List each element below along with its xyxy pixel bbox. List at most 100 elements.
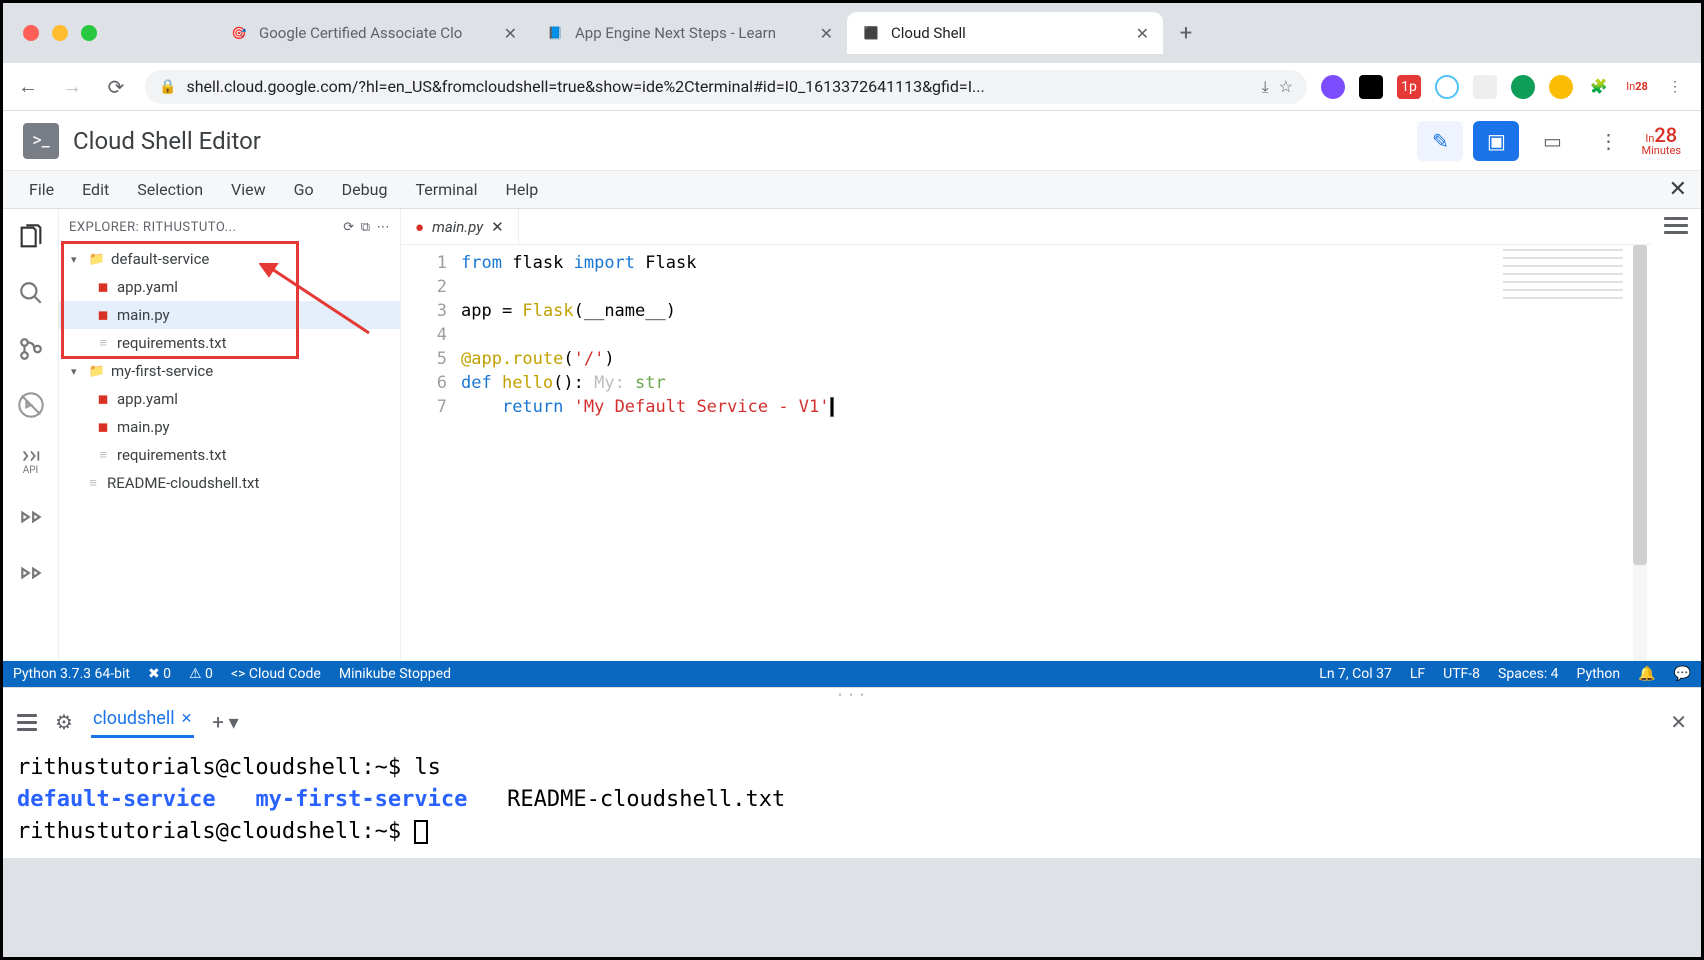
ext-icon[interactable] xyxy=(1321,75,1345,99)
file-app-yaml[interactable]: ◼ app.yaml xyxy=(59,273,400,301)
ext-icon[interactable]: 1p xyxy=(1397,75,1421,99)
outline-icon[interactable] xyxy=(1664,217,1688,661)
menu-edit[interactable]: Edit xyxy=(70,174,121,205)
forward-button[interactable]: → xyxy=(57,72,87,102)
tab-title: Google Certified Associate Clo xyxy=(259,24,494,42)
back-button[interactable]: ← xyxy=(13,72,43,102)
source-control-icon[interactable] xyxy=(13,331,49,367)
kubernetes-icon[interactable] xyxy=(13,555,49,591)
file-requirements-txt-2[interactable]: ≡ requirements.txt xyxy=(59,441,400,469)
minimize-window-button[interactable] xyxy=(52,25,68,41)
tab-title: App Engine Next Steps - Learn xyxy=(575,24,810,42)
reload-button[interactable]: ⟳ xyxy=(101,72,131,102)
status-cursor-pos[interactable]: Ln 7, Col 37 xyxy=(1319,666,1392,682)
status-eol[interactable]: LF xyxy=(1410,666,1425,682)
close-tab-icon[interactable]: ✕ xyxy=(491,218,504,236)
menu-file[interactable]: File xyxy=(17,174,66,205)
scrollbar-thumb[interactable] xyxy=(1633,245,1647,565)
refresh-icon[interactable]: ⟳ xyxy=(343,220,354,235)
address-bar[interactable]: 🔒 shell.cloud.google.com/?hl=en_US&fromc… xyxy=(145,70,1307,104)
close-terminal-tab-icon[interactable]: ✕ xyxy=(181,711,193,727)
menu-go[interactable]: Go xyxy=(282,174,326,205)
status-python[interactable]: Python 3.7.3 64-bit xyxy=(13,666,130,682)
search-icon[interactable] xyxy=(13,275,49,311)
editor-tab-label: main.py xyxy=(432,218,483,236)
close-tab-icon[interactable]: ✕ xyxy=(1136,24,1149,43)
edit-button[interactable]: ✎ xyxy=(1417,121,1463,161)
status-minikube[interactable]: Minikube Stopped xyxy=(339,666,451,682)
menubar: File Edit Selection View Go Debug Termin… xyxy=(3,171,1701,209)
python-file-icon: ◼ xyxy=(95,419,111,435)
terminal-tab-cloudshell[interactable]: cloudshell ✕ xyxy=(91,706,194,738)
bell-icon[interactable]: 🔔 xyxy=(1638,666,1655,682)
folder-default-service[interactable]: ▾ 📁 default-service xyxy=(59,245,400,273)
close-panel-icon[interactable]: ✕ xyxy=(1669,177,1687,202)
file-requirements-txt[interactable]: ≡ requirements.txt xyxy=(59,329,400,357)
tab-cloud-shell[interactable]: ⬛ Cloud Shell ✕ xyxy=(847,12,1163,54)
drag-handle[interactable]: • • • xyxy=(3,688,1701,702)
status-cloud-code[interactable]: <> Cloud Code xyxy=(231,666,321,682)
browser-menu-button[interactable]: ⋮ xyxy=(1663,75,1687,99)
collapse-icon[interactable]: ⧉ xyxy=(361,220,371,235)
bookmark-icon[interactable]: ☆ xyxy=(1279,77,1293,96)
ext-icon[interactable] xyxy=(1359,75,1383,99)
api-icon[interactable]: API xyxy=(13,443,49,479)
tab-app-engine[interactable]: 📘 App Engine Next Steps - Learn ✕ xyxy=(531,12,847,54)
new-terminal-button[interactable]: + ▾ xyxy=(212,710,238,734)
status-errors[interactable]: ✖ 0 xyxy=(148,666,171,682)
file-label: requirements.txt xyxy=(117,446,227,464)
folder-label: default-service xyxy=(111,250,209,268)
file-app-yaml-2[interactable]: ◼ app.yaml xyxy=(59,385,400,413)
browser-tabstrip: 🎯 Google Certified Associate Clo ✕ 📘 App… xyxy=(215,3,1201,63)
editor-tab-main-py[interactable]: ● main.py ✕ xyxy=(401,209,519,245)
install-icon[interactable]: ⤓ xyxy=(1262,77,1269,97)
window-controls xyxy=(3,25,117,41)
file-main-py-2[interactable]: ◼ main.py xyxy=(59,413,400,441)
status-language[interactable]: Python xyxy=(1577,666,1621,682)
lock-icon: 🔒 xyxy=(159,79,176,95)
ext-icon[interactable]: In28 xyxy=(1625,75,1649,99)
ide-area: API EXPLORER: RITHUSTUTO... ⟳ ⧉ ⋯ ▾ 📁 de… xyxy=(3,209,1701,661)
file-main-py[interactable]: ◼ main.py xyxy=(59,301,400,329)
favicon-icon: 📘 xyxy=(545,23,565,43)
ext-icon[interactable] xyxy=(1435,75,1459,99)
close-tab-icon[interactable]: ✕ xyxy=(820,24,833,43)
explorer-title: EXPLORER: RITHUSTUTO... xyxy=(69,220,337,235)
settings-icon[interactable]: ⚙ xyxy=(55,710,73,734)
ext-icon[interactable] xyxy=(1473,75,1497,99)
terminal-panel: • • • ⚙ cloudshell ✕ + ▾ ✕ rithustutoria… xyxy=(3,687,1701,858)
menu-terminal[interactable]: Terminal xyxy=(403,174,489,205)
terminal-cursor xyxy=(414,820,428,844)
debug-disabled-icon[interactable] xyxy=(13,387,49,423)
extensions-button[interactable]: 🧩 xyxy=(1587,75,1611,99)
feedback-icon[interactable]: 💬 xyxy=(1674,666,1691,682)
folder-my-first-service[interactable]: ▾ 📁 my-first-service xyxy=(59,357,400,385)
cloud-run-icon[interactable] xyxy=(13,499,49,535)
close-tab-icon[interactable]: ✕ xyxy=(504,24,517,43)
terminal-output[interactable]: rithustutorials@cloudshell:~$ ls default… xyxy=(3,742,1701,858)
close-panel-icon[interactable]: ✕ xyxy=(1670,710,1687,734)
menu-selection[interactable]: Selection xyxy=(125,174,215,205)
status-encoding[interactable]: UTF-8 xyxy=(1443,666,1480,682)
menu-debug[interactable]: Debug xyxy=(330,174,400,205)
maximize-window-button[interactable] xyxy=(81,25,97,41)
menu-view[interactable]: View xyxy=(219,174,278,205)
menu-help[interactable]: Help xyxy=(493,174,550,205)
code-area[interactable]: 1234567 from flask import Flask app = Fl… xyxy=(401,245,1651,661)
tab-google-cert[interactable]: 🎯 Google Certified Associate Clo ✕ xyxy=(215,12,531,54)
status-warnings[interactable]: ⚠ 0 xyxy=(189,666,213,682)
more-menu-button[interactable]: ⋮ xyxy=(1585,121,1631,161)
explorer-icon[interactable] xyxy=(13,219,49,255)
status-indent[interactable]: Spaces: 4 xyxy=(1498,666,1559,682)
ext-icon[interactable] xyxy=(1511,75,1535,99)
minimap[interactable] xyxy=(1503,249,1623,299)
terminal-menu-icon[interactable] xyxy=(17,714,37,731)
more-icon[interactable]: ⋯ xyxy=(377,220,391,235)
close-window-button[interactable] xyxy=(23,25,39,41)
ext-icon[interactable] xyxy=(1549,75,1573,99)
explorer-header: EXPLORER: RITHUSTUTO... ⟳ ⧉ ⋯ xyxy=(59,209,400,245)
terminal-button[interactable]: ▣ xyxy=(1473,121,1519,161)
new-window-button[interactable]: ▭ xyxy=(1529,121,1575,161)
file-readme[interactable]: ≡ README-cloudshell.txt xyxy=(59,469,400,497)
new-tab-button[interactable]: + xyxy=(1171,18,1201,48)
